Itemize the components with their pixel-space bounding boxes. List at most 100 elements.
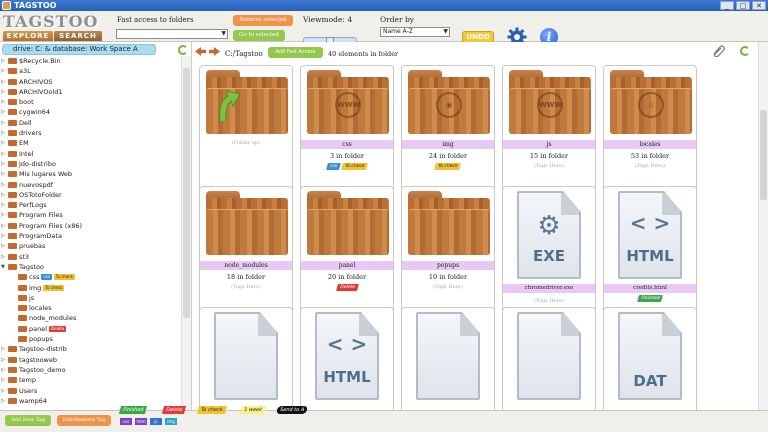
file-card[interactable]: < > HTML credits.html Finished (603, 186, 697, 314)
tree-item[interactable]: css css To check (0, 272, 180, 282)
tree-item[interactable]: ▷ Tagstoo-distrib (0, 344, 180, 354)
tag-chip[interactable]: css (325, 163, 341, 170)
expand-toggle-icon[interactable]: ▷ (1, 355, 5, 365)
tag-chip[interactable]: Finished (636, 295, 664, 302)
expand-toggle-icon[interactable]: ▷ (1, 107, 5, 117)
tab-search[interactable]: SEARCH (54, 31, 102, 41)
order-select[interactable]: Name A-Z ▼ (380, 27, 450, 37)
tree-item[interactable]: ▷ pruebas (0, 241, 180, 251)
expand-toggle-icon[interactable]: ▷ (1, 97, 5, 107)
file-card[interactable]: WWW js 15 in folder (Tags Here) (502, 65, 596, 193)
add-fast-access-button[interactable]: Add Fast Access (268, 47, 323, 58)
expand-toggle-icon[interactable]: ▷ (1, 159, 5, 169)
expand-toggle-icon[interactable]: ▷ (1, 118, 5, 128)
tree-item[interactable]: ▷ boot (0, 97, 180, 107)
file-card[interactable]: < > HTML (300, 307, 394, 410)
grid-scrollbar-thumb[interactable] (760, 110, 767, 200)
expand-toggle-icon[interactable]: ▷ (1, 252, 5, 262)
expand-toggle-icon[interactable]: ▷ (1, 149, 5, 159)
legend-tag[interactable]: Finished (118, 406, 148, 414)
tab-explore[interactable]: EXPLORE (3, 31, 53, 41)
tag-square[interactable]: css (120, 418, 132, 425)
tree-item[interactable]: ▷ st3 (0, 252, 180, 262)
tree-item[interactable]: ▷ EM (0, 138, 180, 148)
tree-item[interactable]: ▷ a3L (0, 66, 180, 76)
refresh-icon[interactable] (740, 46, 750, 56)
file-card[interactable]: DAT (603, 307, 697, 410)
expand-toggle-icon[interactable]: ▷ (1, 396, 5, 406)
tree-item[interactable]: ▷ ARCHIVOS (0, 77, 180, 87)
tag-chip[interactable]: Delete (335, 284, 359, 291)
tag-square[interactable]: js (150, 418, 162, 425)
expand-toggle-icon[interactable]: ▷ (1, 180, 5, 190)
close-button[interactable]: ✕ (752, 1, 766, 10)
remove-selected-button[interactable]: Remove selected (233, 15, 293, 26)
expand-toggle-icon[interactable]: ▷ (1, 241, 5, 251)
go-selected-button[interactable]: Go to selected (233, 30, 285, 41)
tree-item[interactable]: node_modules (0, 313, 180, 323)
tree-item[interactable]: js (0, 293, 180, 303)
expand-toggle-icon[interactable]: ▷ (1, 169, 5, 179)
tree-item[interactable]: ▷ PerfLogs (0, 200, 180, 210)
file-card[interactable]: ⚙ EXE chromedriver.exe (Tags Here) (502, 186, 596, 314)
expand-toggle-icon[interactable]: ▷ (1, 221, 5, 231)
tree-item[interactable]: ▷ tagstooweb (0, 355, 180, 365)
tree-item[interactable]: ▷ cygwin64 (0, 107, 180, 117)
expand-toggle-icon[interactable]: ▷ (1, 365, 5, 375)
tree-scrollbar[interactable] (181, 56, 191, 410)
tag-square[interactable]: html (135, 418, 147, 425)
tag-square[interactable]: img (165, 418, 177, 425)
expand-toggle-icon[interactable]: ▷ (1, 210, 5, 220)
expand-toggle-icon[interactable]: ▷ (1, 375, 5, 385)
expand-toggle-icon[interactable]: ▷ (1, 56, 5, 66)
file-card[interactable]: panel 20 in folder Delete (300, 186, 394, 314)
file-card[interactable]: popups 10 in folder (Tags Here) (401, 186, 495, 314)
tree-item[interactable]: ▼ Tagstoo (0, 262, 180, 272)
legend-tag[interactable]: Delete (161, 406, 187, 414)
tree-item[interactable]: popups (0, 334, 180, 344)
tree-item[interactable]: locales (0, 303, 180, 313)
expand-toggle-icon[interactable]: ▷ (1, 66, 5, 76)
tree-item[interactable]: ▷ Dell (0, 118, 180, 128)
tree-item[interactable]: ▷ Users (0, 386, 180, 396)
tree-item[interactable]: img To check (0, 283, 180, 293)
file-card[interactable] (401, 307, 495, 410)
tree-item[interactable]: ▷ OSTotoFolder (0, 190, 180, 200)
legend-tag[interactable]: Send to A (275, 406, 309, 414)
file-card[interactable]: WWW css 3 in folder css To check (300, 65, 394, 193)
tree-item[interactable]: ▷ Program Files (x86) (0, 221, 180, 231)
expand-toggle-icon[interactable]: ▼ (1, 262, 5, 272)
expand-toggle-icon[interactable]: ▷ (1, 77, 5, 87)
minimize-button[interactable]: _ (720, 1, 734, 10)
expand-toggle-icon[interactable]: ▷ (1, 87, 5, 97)
tree-item[interactable]: ▷ Jdo-distribo (0, 159, 180, 169)
refresh-icon[interactable] (178, 45, 188, 55)
tree-item[interactable]: ▷ ProgramData (0, 231, 180, 241)
tree-item[interactable]: ▷ Tagstoo_demo (0, 365, 180, 375)
forward-arrow-icon[interactable] (209, 47, 220, 56)
grid-scrollbar[interactable] (758, 42, 768, 410)
file-card[interactable]: ▯ locales 53 in folder (Tags Here) (603, 65, 697, 193)
tree-item[interactable]: ▷ wamp64 (0, 396, 180, 406)
expand-toggle-icon[interactable]: ▷ (1, 200, 5, 210)
tree-item[interactable]: ▷ Intel (0, 149, 180, 159)
drive-selector[interactable]: drive: C: & database: Work Space A (2, 44, 156, 55)
expand-toggle-icon[interactable]: ▷ (1, 138, 5, 148)
expand-toggle-icon[interactable]: ▷ (1, 231, 5, 241)
tag-chip[interactable]: To check (434, 163, 462, 170)
expand-toggle-icon[interactable]: ▷ (1, 128, 5, 138)
legend-tag[interactable]: To check (197, 406, 227, 414)
file-card[interactable] (199, 307, 293, 410)
back-arrow-icon[interactable] (195, 47, 206, 56)
edit-tag-button[interactable]: Edit/Remove Tag (57, 415, 111, 426)
tree-item[interactable]: ▷ Program Files (0, 210, 180, 220)
tag-chip[interactable]: To check (340, 163, 369, 170)
tree-item[interactable]: panel Delete (0, 324, 180, 334)
tree-item[interactable]: ▷ drivers (0, 128, 180, 138)
file-card[interactable] (502, 307, 596, 410)
expand-toggle-icon[interactable]: ▷ (1, 386, 5, 396)
paperclip-icon[interactable] (712, 45, 726, 57)
file-card[interactable]: node_modules 18 in folder (Tags Here) (199, 186, 293, 314)
legend-tag[interactable]: 1 week (240, 406, 267, 414)
tree-item[interactable]: ▷ ARCHIVOold1 (0, 87, 180, 97)
